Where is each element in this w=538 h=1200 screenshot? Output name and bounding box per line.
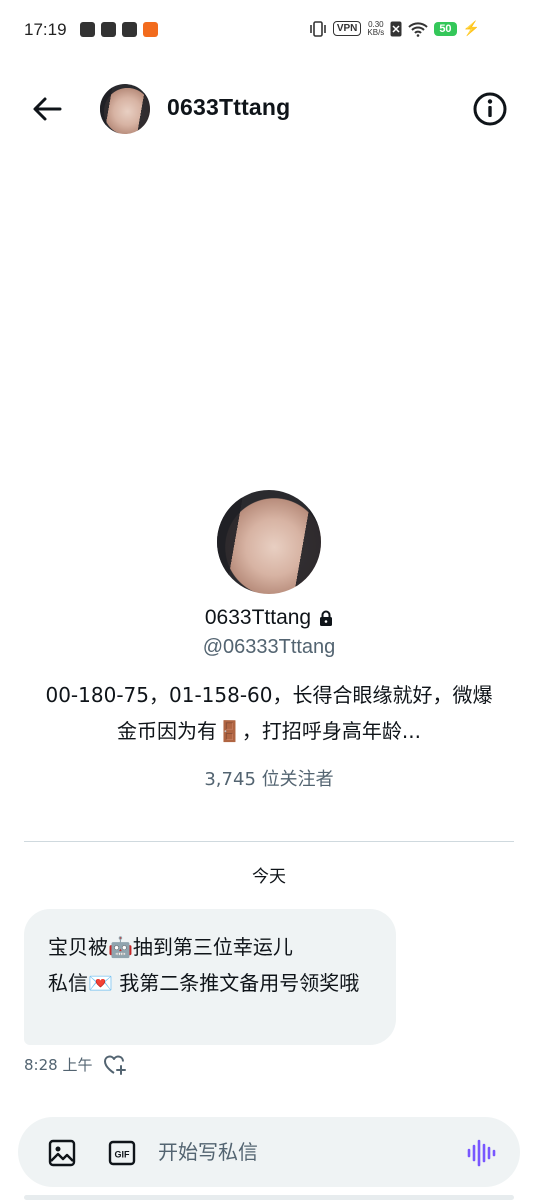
- charging-icon: ⚡: [462, 20, 480, 36]
- divider: [24, 841, 514, 842]
- message-input[interactable]: [158, 1137, 448, 1167]
- header-user-name[interactable]: 0633Tttang: [167, 94, 290, 121]
- message-text: 宝贝被🤖抽到第三位幸运儿 私信💌 我第二条推文备用号领奖哦: [48, 935, 360, 995]
- network-speed: 0.30 KB/s: [367, 20, 385, 37]
- no-sim-icon: [390, 21, 402, 36]
- followers-count[interactable]: 3,745 位关注者: [0, 765, 538, 791]
- message-composer: GIF: [18, 1117, 520, 1187]
- status-right: VPN 0.30 KB/s 50 ⚡: [309, 20, 480, 37]
- status-time: 17:19: [24, 20, 67, 39]
- profile-name-row: 0633Tttang: [0, 606, 538, 630]
- image-icon[interactable]: [48, 1139, 76, 1167]
- orange-app-notification-icon: [143, 22, 158, 37]
- back-arrow-icon[interactable]: [30, 92, 64, 126]
- avatar-image: [217, 490, 321, 594]
- header-avatar[interactable]: [100, 84, 150, 134]
- message-meta: 8:28 上午: [24, 1052, 128, 1076]
- book-notification-icon: [101, 22, 116, 37]
- message-time: 8:28 上午: [24, 1055, 93, 1074]
- profile-summary: 0633Tttang @06333Tttang 00-180-75，01-158…: [0, 490, 538, 791]
- conversation-header: 0633Tttang: [0, 62, 538, 154]
- profile-handle: @06333Tttang: [202, 636, 336, 658]
- speed-unit: KB/s: [367, 27, 385, 37]
- app-notification-icon: [80, 22, 95, 37]
- gif-icon[interactable]: GIF: [108, 1139, 136, 1167]
- bottom-edge: [24, 1195, 514, 1200]
- info-icon[interactable]: [472, 91, 508, 127]
- vpn-badge: VPN: [332, 21, 362, 36]
- battery-level: 50: [434, 21, 457, 36]
- profile-name[interactable]: 0633Tttang: [205, 606, 311, 630]
- voice-icon[interactable]: [466, 1138, 496, 1168]
- lock-icon: [320, 610, 333, 626]
- avatar-image: [100, 84, 150, 134]
- gif-label: GIF: [115, 1150, 131, 1160]
- wifi-icon: [408, 21, 429, 37]
- vibrate-icon: [310, 20, 326, 37]
- date-separator: 今天: [252, 867, 286, 887]
- profile-avatar[interactable]: [217, 490, 321, 594]
- notification-icons: [80, 22, 158, 37]
- message-bubble[interactable]: 宝贝被🤖抽到第三位幸运儿 私信💌 我第二条推文备用号领奖哦: [24, 909, 396, 1045]
- heart-add-icon[interactable]: [102, 1052, 128, 1076]
- profile-bio: 00-180-75，01-158-60，长得合眼缘就好，微爆金币因为有🚪，打招呼…: [45, 683, 493, 743]
- status-bar: 17:19 VPN 0.30 KB/s 50 ⚡: [0, 0, 538, 62]
- square-notification-icon: [122, 22, 137, 37]
